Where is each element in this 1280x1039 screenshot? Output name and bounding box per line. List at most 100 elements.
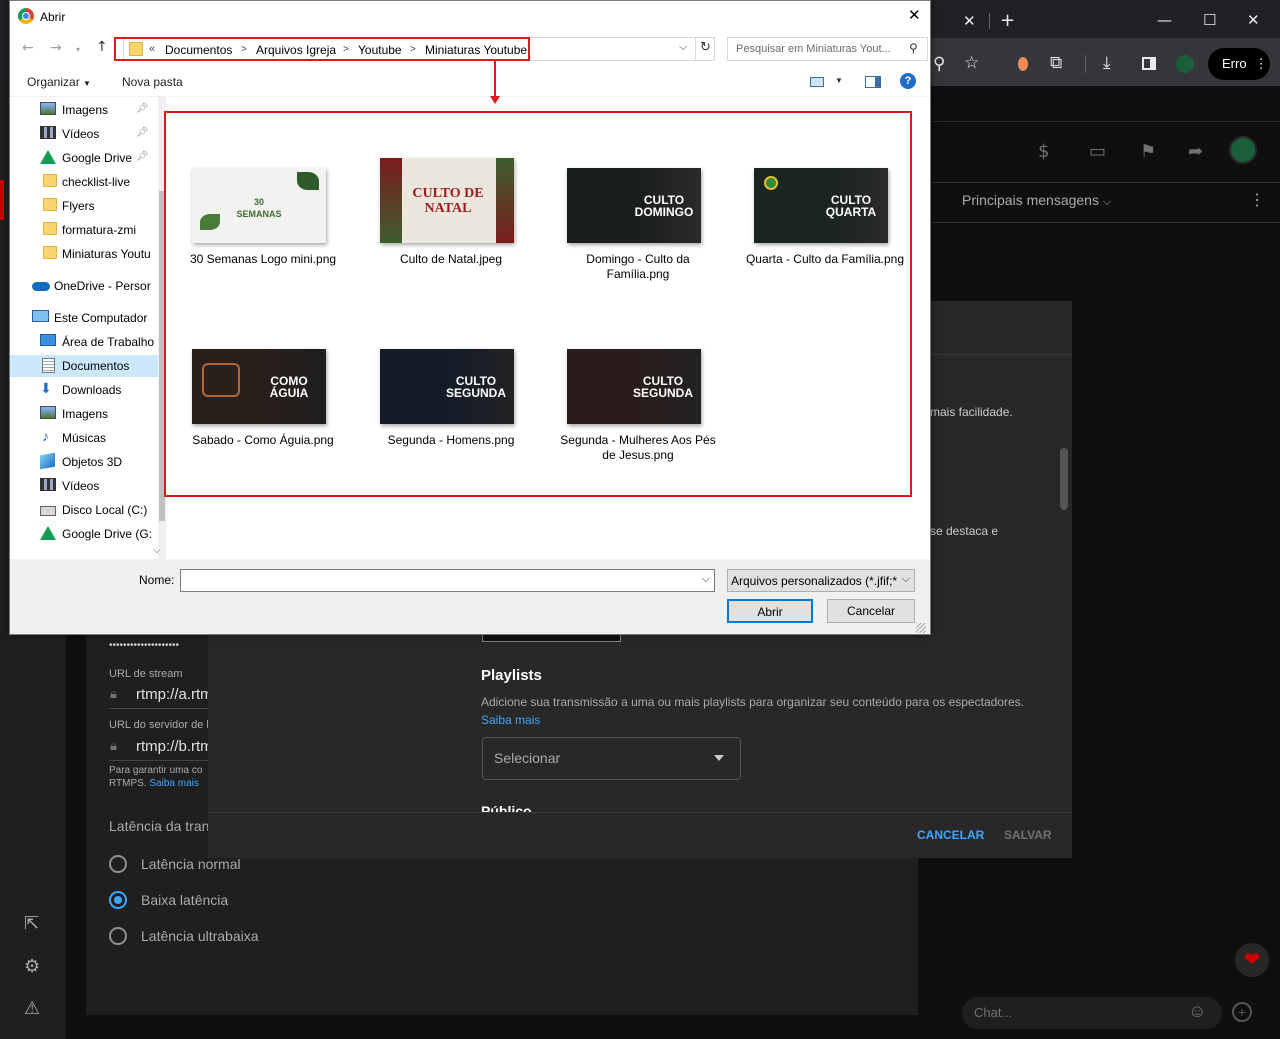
minimize-button[interactable]: —	[1157, 11, 1172, 29]
side-panel-icon[interactable]	[1142, 57, 1156, 70]
tab-divider	[989, 13, 990, 29]
nav-item-3d-objects[interactable]: Objetos 3D	[10, 451, 158, 473]
thumbnail-text: CULTO DOMINGO	[634, 193, 694, 219]
nav-item-videos[interactable]: Vídeos	[10, 475, 158, 497]
clapper-icon[interactable]: ▭	[1089, 141, 1106, 162]
nav-item-local-disk[interactable]: Disco Local (C:)	[10, 499, 158, 521]
lock-icon: 🔒︎	[110, 686, 117, 701]
add-icon[interactable]: +	[1232, 1002, 1252, 1022]
images-icon	[40, 102, 56, 115]
view-dropdown-icon[interactable]: ▼	[835, 76, 843, 85]
nav-item-music[interactable]: ♪ Músicas	[10, 427, 158, 449]
drive-icon	[40, 506, 56, 516]
scroll-down-icon[interactable]: ⌵	[153, 545, 161, 556]
file-item[interactable]: COMO ÁGUIA Sabado - Como Águia.png	[183, 337, 343, 462]
nav-item-desktop[interactable]: Área de Trabalho	[10, 331, 158, 353]
recent-chevron-icon[interactable]: ▾	[76, 45, 80, 54]
nav-item-miniaturas-youtube[interactable]: Miniaturas Youtu	[10, 243, 158, 265]
google-drive-icon	[40, 150, 56, 164]
extensions-puzzle-icon[interactable]: ⧉	[1050, 53, 1062, 73]
chat-input[interactable]: Chat... ☺	[962, 997, 1222, 1029]
profile-error-button[interactable]: Erro ⋮	[1208, 48, 1270, 80]
file-item[interactable]: CULTO DE NATAL Culto de Natal.jpeg	[371, 156, 531, 281]
pin-icon: 📌︎	[136, 127, 149, 138]
file-item[interactable]: CULTO SEGUNDA Segunda - Homens.png	[371, 337, 531, 462]
rtmps-link[interactable]: Saiba mais	[149, 778, 198, 789]
file-item[interactable]: CULTO SEGUNDA Segunda - Mulheres Aos Pés…	[558, 337, 718, 462]
folder-icon	[43, 174, 57, 187]
partial-text: se destaca e	[930, 524, 999, 538]
close-window-button[interactable]: ✕	[1247, 11, 1260, 29]
latency-ultralow-radio[interactable]	[109, 927, 127, 945]
new-folder-button[interactable]: Nova pasta	[122, 75, 183, 89]
more-options-icon[interactable]: ⋮	[1249, 190, 1265, 210]
bookmark-star-icon[interactable]: ☆	[964, 53, 979, 73]
search-input[interactable]: Pesquisar em Miniaturas Yout... ⚲	[727, 37, 928, 61]
file-name: Domingo - Culto da Família.png	[586, 252, 690, 281]
file-item[interactable]: CULTO DOMINGO Domingo - Culto da Família…	[558, 156, 718, 281]
help-icon[interactable]: ?	[900, 73, 916, 89]
nav-item-checklist-live[interactable]: checklist-live	[10, 171, 158, 193]
nav-item-formatura-zmi[interactable]: formatura-zmi	[10, 219, 158, 241]
nav-item-images-pinned[interactable]: Imagens 📌︎	[10, 99, 158, 121]
chevron-down-icon[interactable]: ⌵	[679, 41, 687, 54]
nav-item-onedrive[interactable]: OneDrive - Persor	[10, 275, 158, 297]
channel-avatar[interactable]	[1229, 136, 1257, 164]
cancel-button[interactable]: CANCELAR	[917, 828, 984, 842]
share-icon[interactable]: ➦	[1188, 141, 1203, 162]
up-arrow-icon[interactable]: ↑	[96, 39, 108, 55]
playlists-learn-more-link[interactable]: Saiba mais	[481, 713, 540, 727]
cancel-button[interactable]: Cancelar	[827, 599, 915, 623]
latency-low-radio[interactable]	[109, 891, 127, 909]
file-name-input[interactable]: ⌵	[180, 569, 715, 592]
zoom-icon[interactable]: ⚲	[933, 54, 945, 74]
file-item[interactable]: 30 SEMANAS 30 Semanas Logo mini.png	[183, 156, 343, 281]
modal-scrollbar[interactable]	[1060, 448, 1068, 510]
external-link-icon[interactable]: ⇱	[24, 913, 39, 934]
nav-item-images[interactable]: Imagens	[10, 403, 158, 425]
save-button[interactable]: SALVAR	[1004, 828, 1052, 842]
nav-item-google-drive-g[interactable]: Google Drive (G:	[10, 523, 158, 545]
monetization-icon[interactable]: $	[1038, 141, 1049, 162]
stream-url-value[interactable]: rtmp://a.rtm	[136, 686, 213, 703]
preview-pane-icon[interactable]	[865, 76, 881, 88]
extension-icon[interactable]	[1018, 57, 1028, 71]
chat-mode-selector[interactable]: Principais mensagens ⌵	[962, 192, 1111, 209]
playlist-select[interactable]: Selecionar	[482, 737, 741, 780]
organize-button[interactable]: Organizar ▼	[27, 75, 91, 89]
bookmark-icon[interactable]: ⚑	[1140, 141, 1156, 162]
file-type-filter[interactable]: Arquivos personalizados (*.jfif;* ⌵	[727, 569, 915, 592]
open-button[interactable]: Abrir	[727, 599, 813, 623]
refresh-icon[interactable]: ↻	[700, 40, 711, 55]
rtmps-note-2: RTMPS. Saiba mais	[109, 778, 199, 789]
nav-item-documents[interactable]: Documentos	[10, 355, 158, 377]
dialog-close-icon[interactable]: ✕	[908, 6, 921, 24]
close-tab-icon[interactable]: ✕	[963, 12, 976, 30]
computer-icon	[32, 310, 49, 322]
back-arrow-icon[interactable]: ←	[22, 40, 34, 56]
nav-item-google-drive-pinned[interactable]: Google Drive 📌︎	[10, 147, 158, 169]
nav-item-downloads[interactable]: ⬇ Downloads	[10, 379, 158, 401]
resize-grip-icon[interactable]	[916, 623, 926, 633]
maximize-button[interactable]: ☐	[1203, 11, 1216, 29]
videos-icon	[40, 478, 56, 491]
emoji-icon[interactable]: ☺	[1188, 1001, 1206, 1022]
heart-reaction-icon[interactable]: ❤	[1235, 943, 1269, 977]
feedback-icon[interactable]: ⚠	[24, 998, 40, 1019]
profile-avatar[interactable]	[1176, 55, 1194, 73]
file-item[interactable]: CULTO QUARTA Quarta - Culto da Família.p…	[745, 156, 905, 281]
view-options-icon[interactable]	[810, 77, 824, 87]
forward-arrow-icon[interactable]: →	[50, 40, 62, 56]
chevron-down-icon[interactable]: ⌵	[702, 573, 710, 586]
nav-item-videos-pinned[interactable]: Vídeos 📌︎	[10, 123, 158, 145]
nav-item-flyers[interactable]: Flyers	[10, 195, 158, 217]
file-name: Segunda - Mulheres Aos Pés de Jesus.png	[560, 433, 716, 462]
rtmps-note: Para garantir uma co	[109, 765, 203, 776]
divider	[109, 708, 208, 709]
nav-item-this-pc[interactable]: Este Computador	[10, 307, 158, 329]
latency-normal-radio[interactable]	[109, 855, 127, 873]
settings-icon[interactable]: ⚙	[24, 956, 40, 977]
backup-url-value[interactable]: rtmp://b.rtm	[136, 738, 213, 755]
download-icon[interactable]: ⤓	[1103, 53, 1111, 73]
new-tab-button[interactable]: +	[1000, 10, 1015, 31]
